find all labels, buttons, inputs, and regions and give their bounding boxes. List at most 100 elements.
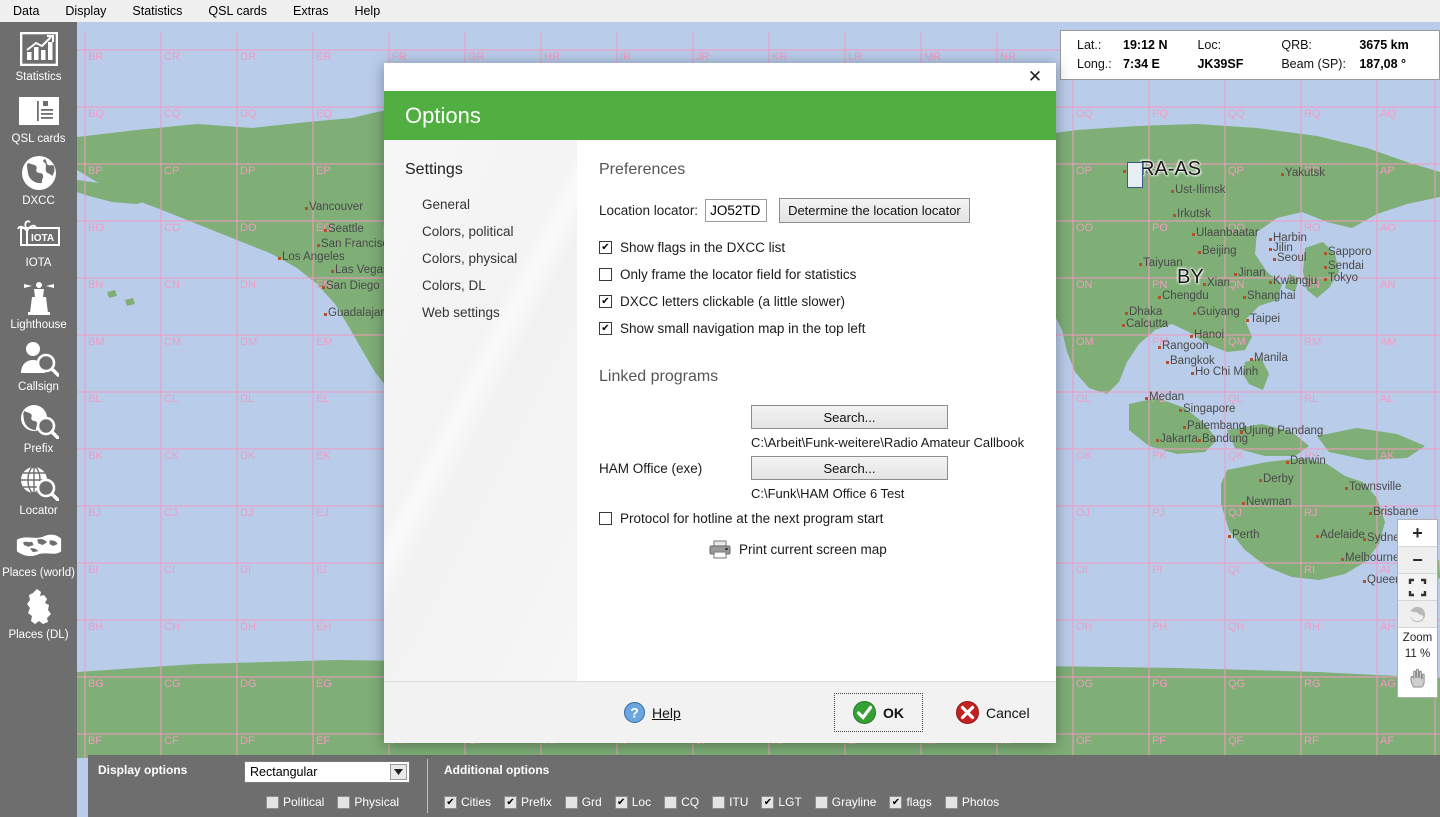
main-menu-bar[interactable]: Data Display Statistics QSL cards Extras…	[0, 0, 1440, 22]
checkbox-grayline[interactable]: Grayline	[814, 795, 876, 809]
sidebar-item-prefix[interactable]: Prefix	[0, 401, 77, 456]
checkbox-grd[interactable]: Grd	[564, 795, 602, 809]
beam-value: 187,08 °	[1359, 57, 1407, 71]
check-circle-icon	[853, 701, 876, 724]
menu-item-data[interactable]: Data	[0, 2, 52, 20]
minus-icon: −	[1412, 549, 1423, 570]
callbook-path: C:\Arbeit\Funk-weitere\Radio Amateur Cal…	[751, 435, 1025, 450]
beam-label: Beam (SP):	[1281, 57, 1346, 71]
checkbox-show-flags-label: Show flags in the DXCC list	[620, 240, 786, 255]
fit-to-screen-button[interactable]	[1398, 574, 1437, 601]
checkbox-show-nav-map[interactable]: Show small navigation map in the top lef…	[599, 321, 1056, 336]
checkbox-dxcc-clickable-label: DXCC letters clickable (a little slower)	[620, 294, 846, 309]
nav-item-general[interactable]: General	[405, 191, 577, 218]
grid-globe-search-icon	[16, 463, 62, 503]
dialog-content-panel: Preferences Location locator: Determine …	[577, 140, 1056, 681]
checkbox-photos[interactable]: Photos	[944, 795, 1000, 809]
sidebar-item-statistics[interactable]: Statistics	[0, 29, 77, 84]
projection-select[interactable]: Rectangular	[244, 761, 410, 783]
sidebar-label-qsl-cards: QSL cards	[11, 133, 66, 145]
checkbox-show-flags[interactable]: Show flags in the DXCC list	[599, 240, 1056, 255]
sidebar-item-places-world[interactable]: Places (world)	[0, 525, 77, 580]
pan-hand-button[interactable]	[1408, 663, 1427, 693]
determine-locator-button[interactable]: Determine the location locator	[779, 198, 970, 223]
display-options-section: Display options Rectangular Political Ph…	[88, 755, 428, 817]
ok-button[interactable]: OK	[834, 693, 923, 732]
checkbox-show-nav-map-box	[599, 322, 612, 335]
help-label: Help	[652, 704, 681, 721]
checkbox-only-frame-locator[interactable]: Only frame the locator field for statist…	[599, 267, 1056, 282]
plus-icon: +	[1412, 522, 1423, 543]
chevron-down-icon[interactable]	[390, 764, 407, 780]
left-sidebar[interactable]: Statistics QSL cards DXCC IOTA IOTA Ligh…	[0, 22, 77, 817]
menu-item-statistics[interactable]: Statistics	[119, 2, 195, 20]
options-dialog[interactable]: ✕ Options Settings General Colors, polit…	[384, 63, 1056, 743]
long-value: 7:34 E	[1123, 57, 1160, 71]
additional-options-section: Additional options Cities Prefix Grd Loc CQ I…	[428, 755, 1440, 817]
hand-icon	[1410, 668, 1425, 688]
checkbox-political[interactable]: Political	[266, 795, 324, 809]
zoom-in-button[interactable]: +	[1398, 520, 1437, 547]
checkbox-protocol-hotline[interactable]: Protocol for hotline at the next program…	[599, 511, 1056, 526]
close-icon[interactable]: ✕	[1018, 65, 1052, 89]
checkbox-box	[444, 795, 457, 809]
display-checkbox-row[interactable]: Political Physical	[266, 795, 412, 809]
checkbox-label: flags	[906, 795, 932, 809]
checkbox-show-nav-map-label: Show small navigation map in the top lef…	[620, 321, 866, 336]
sidebar-item-qsl-cards[interactable]: QSL cards	[0, 91, 77, 146]
mini-navigation-map[interactable]	[1127, 162, 1143, 188]
nav-item-web-settings[interactable]: Web settings	[405, 299, 577, 326]
latlong-column: Lat.: 19:12 N Long.: 7:34 E	[1077, 36, 1167, 74]
sidebar-label-callsign: Callsign	[18, 381, 59, 393]
lat-value: 19:12 N	[1123, 38, 1168, 52]
sidebar-item-places-dl[interactable]: Places (DL)	[0, 587, 77, 642]
cancel-button[interactable]: Cancel	[956, 701, 1030, 724]
sidebar-label-statistics: Statistics	[15, 71, 62, 83]
callbook-search-button[interactable]: Search...	[751, 405, 948, 429]
help-button[interactable]: ? Help	[624, 702, 681, 723]
checkbox-itu[interactable]: ITU	[712, 795, 748, 809]
hamoffice-search-button[interactable]: Search...	[751, 456, 948, 480]
location-locator-input[interactable]	[705, 199, 768, 222]
germany-map-icon	[16, 587, 62, 627]
checkbox-label: Photos	[961, 795, 1000, 809]
menu-item-qsl-cards[interactable]: QSL cards	[195, 2, 280, 20]
bottom-toolbar[interactable]: Display options Rectangular Political Ph…	[88, 755, 1440, 817]
checkbox-physical[interactable]: Physical	[337, 795, 399, 809]
checkbox-cities[interactable]: Cities	[444, 795, 491, 809]
print-screen-map-button[interactable]: Print current screen map	[599, 540, 1056, 559]
nav-item-colors-physical[interactable]: Colors, physical	[405, 245, 577, 272]
menu-item-display[interactable]: Display	[52, 2, 119, 20]
checkbox-prefix[interactable]: Prefix	[504, 795, 552, 809]
zoom-out-button[interactable]: −	[1398, 547, 1437, 574]
menu-item-help[interactable]: Help	[341, 2, 393, 20]
lat-label: Lat.:	[1077, 38, 1102, 52]
checkbox-only-frame-locator-box	[599, 268, 612, 281]
checkbox-cq[interactable]: CQ	[664, 795, 699, 809]
checkbox-box	[504, 795, 518, 809]
projection-value: Rectangular	[250, 765, 318, 779]
checkbox-box	[712, 795, 726, 809]
nav-item-colors-dl[interactable]: Colors, DL	[405, 272, 577, 299]
additional-checkbox-row[interactable]: Cities Prefix Grd Loc CQ ITU LGT Grayline flags P…	[444, 795, 1012, 809]
checkbox-label: ITU	[729, 795, 749, 809]
checkbox-dxcc-clickable[interactable]: DXCC letters clickable (a little slower)	[599, 294, 1056, 309]
dialog-footer: ? Help OK Cancel	[384, 681, 1056, 743]
sidebar-item-lighthouse[interactable]: Lighthouse	[0, 277, 77, 332]
checkbox-flags[interactable]: flags	[889, 795, 932, 809]
checkbox-political-label: Political	[283, 795, 325, 809]
dialog-nav-panel[interactable]: Settings General Colors, political Color…	[384, 140, 577, 681]
checkbox-loc[interactable]: Loc	[614, 795, 651, 809]
nav-item-colors-political[interactable]: Colors, political	[405, 218, 577, 245]
globe-view-button[interactable]	[1398, 601, 1437, 628]
sidebar-item-iota[interactable]: IOTA IOTA	[0, 215, 77, 270]
printer-icon	[709, 540, 731, 559]
sidebar-item-locator[interactable]: Locator	[0, 463, 77, 518]
checkbox-label: Prefix	[521, 795, 552, 809]
sidebar-label-prefix: Prefix	[23, 443, 54, 455]
menu-item-extras[interactable]: Extras	[280, 2, 341, 20]
checkbox-lgt[interactable]: LGT	[761, 795, 802, 809]
sidebar-item-callsign[interactable]: Callsign	[0, 339, 77, 394]
sidebar-item-dxcc[interactable]: DXCC	[0, 153, 77, 208]
map-zoom-control[interactable]: + − Zoom 11 %	[1397, 519, 1438, 698]
